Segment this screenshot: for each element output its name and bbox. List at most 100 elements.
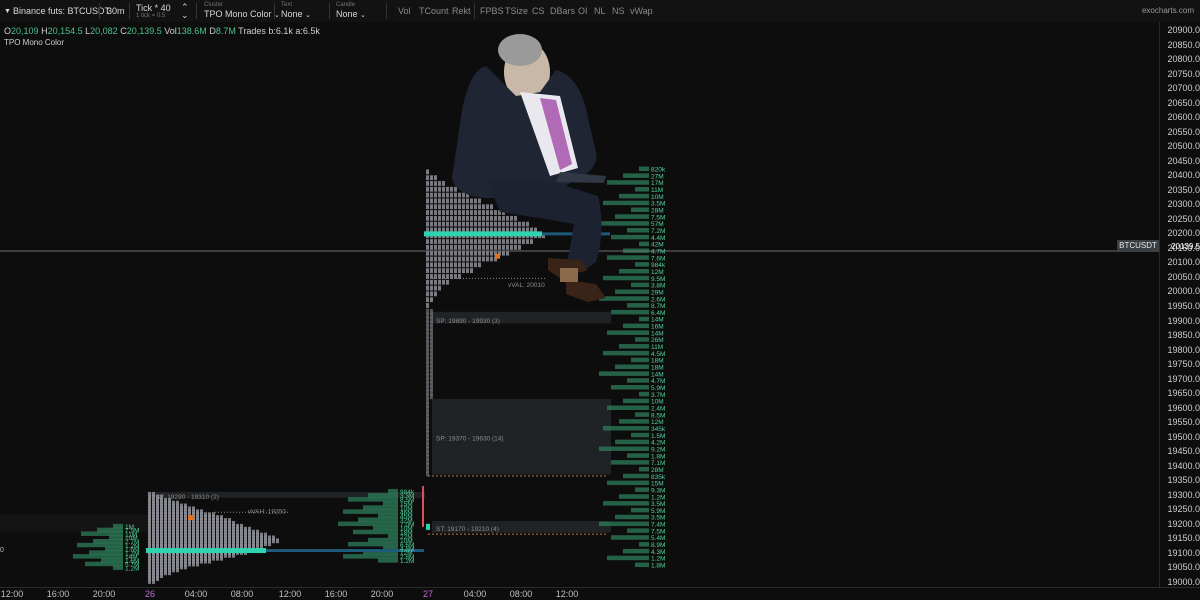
volume-bar [635, 262, 649, 267]
brand-label[interactable]: exocharts.com [1142, 6, 1194, 15]
tpo-block [438, 244, 441, 250]
divider [329, 3, 330, 19]
tool-tcount[interactable]: TCount [419, 6, 449, 16]
tpo-block [430, 291, 433, 297]
cluster-selector[interactable]: Cluster TPO Mono Color ⌄ [204, 0, 280, 22]
tool-fpbs[interactable]: FPBS [480, 6, 504, 16]
tool-nl[interactable]: NL [594, 6, 606, 16]
volume-bar [635, 487, 649, 492]
volume-bar [348, 541, 398, 547]
tpo-block [434, 239, 437, 244]
tpo-block [220, 555, 223, 561]
tpo-block [446, 279, 449, 285]
tool-oi[interactable]: OI [578, 6, 588, 16]
tpo-block [434, 256, 437, 262]
tpo-block [438, 279, 441, 285]
time-tick: 20:00 [92, 589, 116, 599]
volume-bar [627, 303, 649, 308]
volume-bar [383, 501, 398, 506]
tpo-block [470, 239, 473, 244]
tpo-block [188, 561, 191, 567]
volume-bar [639, 466, 649, 472]
up-down-arrows-icon[interactable]: ⌃ ⌄ [181, 0, 189, 22]
timeframe-selector[interactable]: 30m [107, 0, 125, 22]
price-axis[interactable]: 20900.0 20850.0 20800.0 20750.0 20700.0 20650… [1159, 22, 1200, 587]
tool-rekt[interactable]: Rekt [452, 6, 471, 16]
volume-bar [358, 517, 398, 523]
tpo-block [232, 552, 235, 558]
tpo-block [430, 262, 433, 268]
tpo-block [228, 552, 231, 558]
tpo-block [490, 244, 493, 250]
tpo-block [438, 250, 441, 256]
tpo-block [474, 221, 477, 227]
price-tick: 19500.0 [1167, 431, 1200, 442]
volume-bar [615, 214, 649, 219]
tpo-block [224, 552, 227, 558]
tpo-block [196, 561, 199, 567]
tpo-block [470, 221, 473, 227]
price-tick: 19150.0 [1167, 533, 1200, 544]
volume-bar [619, 344, 649, 349]
tpo-block [478, 215, 481, 221]
tpo-block [506, 215, 509, 221]
tpo-block [454, 186, 457, 192]
tpo-block [172, 567, 175, 573]
tpo-block [450, 239, 453, 244]
symbol-selector[interactable]: ▼ Binance futs: BTCUSDT [4, 0, 110, 22]
tpo-block [506, 250, 509, 256]
tpo-block [212, 555, 215, 561]
text-caption: Text [281, 1, 293, 8]
chart-plot[interactable]: 984k3.3M8.5M15M10M46M45M32M7.0M10M18M22M… [0, 22, 1159, 587]
tool-ns[interactable]: NS [612, 6, 625, 16]
tool-vol[interactable]: Vol [398, 6, 411, 16]
tpo-block [426, 204, 429, 210]
tpo-block [514, 221, 517, 227]
text-selector[interactable]: Text None ⌄ [281, 0, 311, 22]
tpo-block [442, 210, 445, 215]
tpo-block [502, 244, 505, 250]
tpo-block [450, 221, 453, 227]
tpo-block [466, 268, 469, 274]
volume-bar [623, 323, 649, 329]
tpo-block [514, 244, 517, 250]
volume-label: 1.2M [400, 558, 414, 565]
volume-bar [607, 330, 649, 335]
tool-cs[interactable]: CS [532, 6, 545, 16]
tpo-block [502, 215, 505, 221]
tpo-block [442, 250, 445, 256]
tick-selector[interactable]: Tick * 40 1 tick = 0.5 [136, 0, 171, 22]
tpo-block [470, 204, 473, 210]
tool-dbars[interactable]: DBars [550, 6, 575, 16]
tpo-block [502, 239, 505, 244]
tpo-block [470, 210, 473, 215]
tool-tsize[interactable]: TSize [505, 6, 528, 16]
tpo-block [450, 244, 453, 250]
volume-bar [343, 509, 398, 514]
tpo-block [478, 256, 481, 262]
tpo-block [442, 268, 445, 274]
tpo-block [446, 244, 449, 250]
tick-sublabel: 1 tick = 0.5 [136, 12, 166, 19]
tpo-block [494, 215, 497, 221]
chevron-down-icon: ⌄ [360, 11, 366, 19]
volume-bar [639, 542, 649, 547]
price-tick: 20700.0 [1167, 83, 1200, 94]
volume-bar [113, 565, 123, 570]
time-axis[interactable]: 12:00 16:00 20:00 26 04:00 08:00 12:00 16:00 20:… [0, 587, 1200, 600]
volume-bar [373, 525, 398, 531]
single-tail-label: ST: 19290 - 19310 (2) [156, 494, 219, 501]
price-tick: 19250.0 [1167, 504, 1200, 515]
tpo-block [426, 291, 429, 297]
tpo-block [430, 297, 433, 303]
tpo-block [430, 244, 433, 250]
text-value: None [281, 8, 303, 19]
volume-bar [631, 507, 649, 513]
volume-bar [619, 494, 649, 499]
tool-vwap[interactable]: vWap [630, 6, 653, 16]
time-tick: 26 [144, 589, 156, 599]
tpo-block [426, 244, 429, 250]
candle-selector[interactable]: Candle None ⌄ [336, 0, 366, 22]
tpo-block [430, 285, 433, 291]
tick-label: Tick * 40 [136, 2, 171, 13]
